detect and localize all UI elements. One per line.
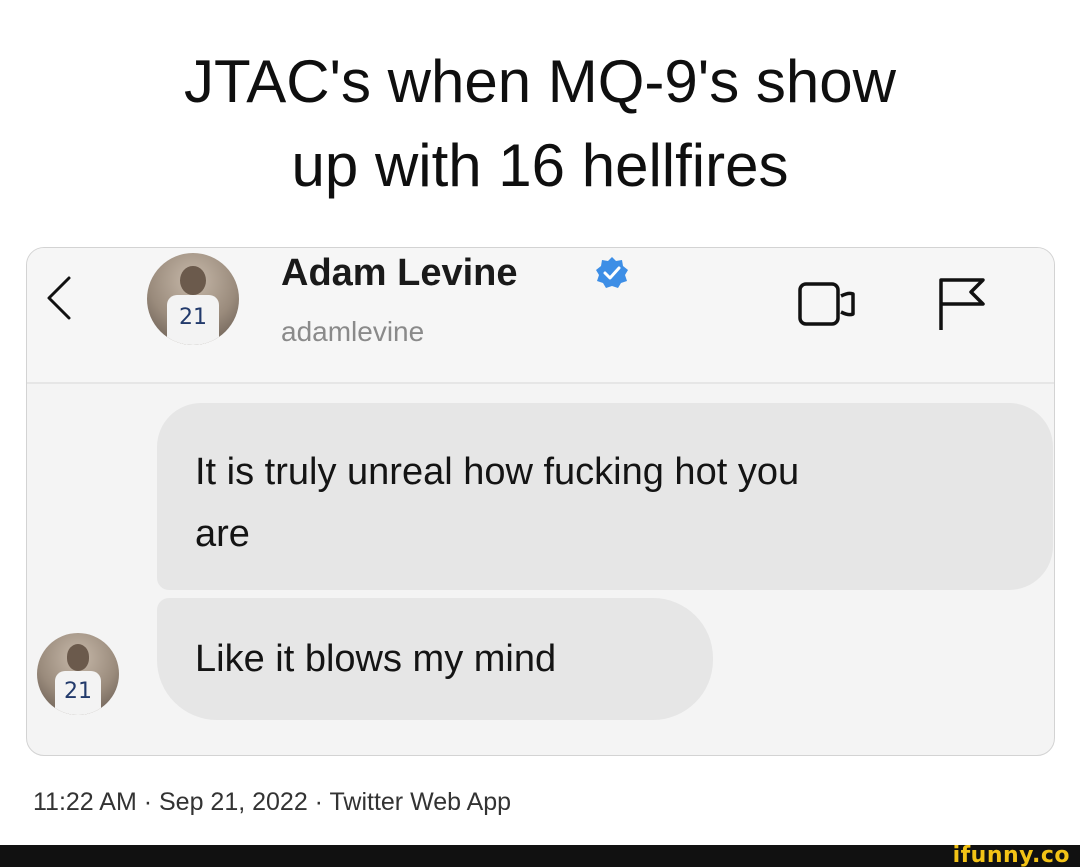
caption-line-1: JTAC's when MQ-9's show [184, 48, 896, 115]
caption-line-2: up with 16 hellfires [291, 132, 789, 199]
ifunny-watermark: ifunny.co [952, 843, 1070, 867]
jersey-number: 21 [179, 304, 207, 330]
watermark-bar: ifunny.co [0, 843, 1080, 867]
contact-display-name: Adam Levine [281, 252, 518, 294]
header-divider [27, 382, 1054, 384]
message-bubble: It is truly unreal how fucking hot you a… [157, 403, 1053, 590]
jersey-number: 21 [64, 678, 92, 704]
flag-icon[interactable] [935, 276, 991, 332]
contact-username: adamlevine [281, 316, 425, 347]
message-bubble: Like it blows my mind [157, 598, 713, 720]
message-text: are [195, 513, 250, 555]
avatar[interactable]: 21 [147, 253, 239, 345]
conversation-header: 21 Adam Levine adamlevine [27, 248, 1054, 383]
message-text: It is truly unreal how fucking hot you [195, 451, 800, 493]
message-text: Like it blows my mind [195, 638, 557, 680]
chevron-left-icon[interactable] [37, 268, 81, 328]
dm-screenshot: 21 Adam Levine adamlevine It is truly un… [26, 247, 1055, 756]
meme-caption: JTAC's when MQ-9's show up with 16 hellf… [0, 40, 1080, 208]
video-call-icon[interactable] [797, 278, 859, 330]
verified-badge-icon [596, 257, 628, 288]
tweet-timestamp[interactable]: 11:22 AM · Sep 21, 2022 · Twitter Web Ap… [33, 788, 511, 817]
message-avatar[interactable]: 21 [37, 633, 119, 715]
